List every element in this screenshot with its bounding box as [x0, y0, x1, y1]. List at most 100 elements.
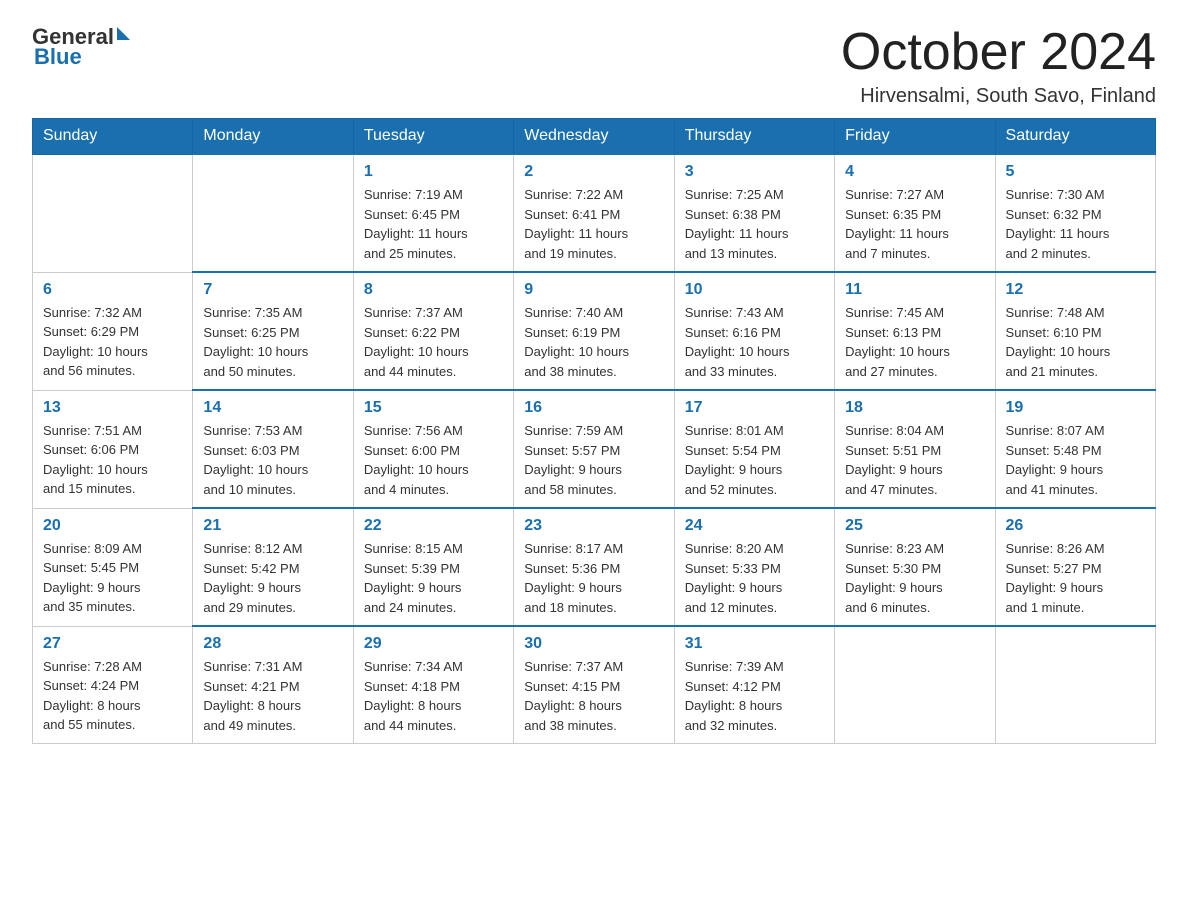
day-info: Sunrise: 7:19 AM Sunset: 6:45 PM Dayligh… — [364, 185, 503, 263]
calendar-cell: 22Sunrise: 8:15 AM Sunset: 5:39 PM Dayli… — [353, 508, 513, 626]
calendar-week-row: 1 Sunrise: 7:19 AM Sunset: 6:45 PM Daylig… — [33, 154, 1156, 272]
day-number: 15 — [364, 399, 503, 417]
day-number: 8 — [364, 281, 503, 299]
day-number: 29 — [364, 635, 503, 653]
day-number: 12 — [1006, 281, 1145, 299]
day-info: Sunrise: 7:56 AM Sunset: 6:00 PM Dayligh… — [364, 421, 503, 499]
day-info: Sunrise: 8:12 AM Sunset: 5:42 PM Dayligh… — [203, 539, 342, 617]
calendar-cell: 21 Sunrise: 8:12 AM Sunset: 5:42 PM Dayli… — [193, 508, 353, 626]
calendar-cell: 7 Sunrise: 7:35 AM Sunset: 6:25 PM Daylig… — [193, 272, 353, 390]
day-info: Sunrise: 7:30 AM Sunset: 6:32 PM Dayligh… — [1006, 185, 1145, 263]
day-number: 31 — [685, 635, 824, 653]
calendar-cell — [995, 626, 1155, 744]
calendar-cell: 5 Sunrise: 7:30 AM Sunset: 6:32 PM Daylig… — [995, 154, 1155, 272]
calendar-header-row: SundayMondayTuesdayWednesdayThursdayFrid… — [33, 119, 1156, 155]
page-header: General Blue October 2024 Hirvensalmi, S… — [32, 24, 1156, 108]
day-info: Sunrise: 7:28 AM Sunset: 4:24 PM Dayligh… — [43, 657, 182, 735]
day-info: Sunrise: 7:37 AM Sunset: 4:15 PM Dayligh… — [524, 657, 663, 735]
day-number: 10 — [685, 281, 824, 299]
day-info: Sunrise: 7:40 AM Sunset: 6:19 PM Dayligh… — [524, 303, 663, 381]
calendar-cell: 20 Sunrise: 8:09 AM Sunset: 5:45 PM Dayli… — [33, 508, 193, 626]
calendar-cell: 10 Sunrise: 7:43 AM Sunset: 6:16 PM Dayli… — [674, 272, 834, 390]
calendar-cell: 1 Sunrise: 7:19 AM Sunset: 6:45 PM Daylig… — [353, 154, 513, 272]
day-info: Sunrise: 7:48 AM Sunset: 6:10 PM Dayligh… — [1006, 303, 1145, 381]
day-number: 25 — [845, 517, 984, 535]
calendar-week-row: 20 Sunrise: 8:09 AM Sunset: 5:45 PM Dayli… — [33, 508, 1156, 626]
day-info: Sunrise: 8:26 AM Sunset: 5:27 PM Dayligh… — [1006, 539, 1145, 617]
day-info: Sunrise: 8:23 AM Sunset: 5:30 PM Dayligh… — [845, 539, 984, 617]
calendar-header-sunday: Sunday — [33, 119, 193, 155]
day-info: Sunrise: 7:27 AM Sunset: 6:35 PM Dayligh… — [845, 185, 984, 263]
day-number: 1 — [364, 163, 503, 181]
month-title: October 2024 — [841, 24, 1156, 81]
day-info: Sunrise: 7:22 AM Sunset: 6:41 PM Dayligh… — [524, 185, 663, 263]
calendar-cell — [33, 154, 193, 272]
day-info: Sunrise: 8:01 AM Sunset: 5:54 PM Dayligh… — [685, 421, 824, 499]
calendar-cell: 25 Sunrise: 8:23 AM Sunset: 5:30 PM Dayli… — [835, 508, 995, 626]
day-number: 24 — [685, 517, 824, 535]
day-number: 27 — [43, 635, 182, 653]
day-number: 11 — [845, 281, 984, 299]
calendar-cell: 29Sunrise: 7:34 AM Sunset: 4:18 PM Dayli… — [353, 626, 513, 744]
calendar-cell — [193, 154, 353, 272]
calendar-cell: 24 Sunrise: 8:20 AM Sunset: 5:33 PM Dayli… — [674, 508, 834, 626]
day-info: Sunrise: 8:20 AM Sunset: 5:33 PM Dayligh… — [685, 539, 824, 617]
logo-blue-text: Blue — [34, 44, 82, 70]
calendar-header-monday: Monday — [193, 119, 353, 155]
day-info: Sunrise: 8:04 AM Sunset: 5:51 PM Dayligh… — [845, 421, 984, 499]
calendar-cell: 19Sunrise: 8:07 AM Sunset: 5:48 PM Dayli… — [995, 390, 1155, 508]
calendar-cell: 31 Sunrise: 7:39 AM Sunset: 4:12 PM Dayli… — [674, 626, 834, 744]
calendar-cell — [835, 626, 995, 744]
day-number: 9 — [524, 281, 663, 299]
location-subtitle: Hirvensalmi, South Savo, Finland — [841, 85, 1156, 108]
day-number: 5 — [1006, 163, 1145, 181]
day-info: Sunrise: 7:43 AM Sunset: 6:16 PM Dayligh… — [685, 303, 824, 381]
day-info: Sunrise: 7:45 AM Sunset: 6:13 PM Dayligh… — [845, 303, 984, 381]
day-number: 17 — [685, 399, 824, 417]
calendar-table: SundayMondayTuesdayWednesdayThursdayFrid… — [32, 118, 1156, 744]
calendar-cell: 26 Sunrise: 8:26 AM Sunset: 5:27 PM Dayli… — [995, 508, 1155, 626]
calendar-cell: 4 Sunrise: 7:27 AM Sunset: 6:35 PM Daylig… — [835, 154, 995, 272]
calendar-cell: 12 Sunrise: 7:48 AM Sunset: 6:10 PM Dayli… — [995, 272, 1155, 390]
calendar-week-row: 13Sunrise: 7:51 AM Sunset: 6:06 PM Dayli… — [33, 390, 1156, 508]
calendar-week-row: 27 Sunrise: 7:28 AM Sunset: 4:24 PM Dayli… — [33, 626, 1156, 744]
calendar-week-row: 6 Sunrise: 7:32 AM Sunset: 6:29 PM Daylig… — [33, 272, 1156, 390]
calendar-cell: 23Sunrise: 8:17 AM Sunset: 5:36 PM Dayli… — [514, 508, 674, 626]
calendar-header-tuesday: Tuesday — [353, 119, 513, 155]
calendar-header-saturday: Saturday — [995, 119, 1155, 155]
day-number: 30 — [524, 635, 663, 653]
day-number: 4 — [845, 163, 984, 181]
calendar-header-friday: Friday — [835, 119, 995, 155]
calendar-cell: 17 Sunrise: 8:01 AM Sunset: 5:54 PM Dayli… — [674, 390, 834, 508]
calendar-cell: 13Sunrise: 7:51 AM Sunset: 6:06 PM Dayli… — [33, 390, 193, 508]
calendar-cell: 15 Sunrise: 7:56 AM Sunset: 6:00 PM Dayli… — [353, 390, 513, 508]
day-info: Sunrise: 7:39 AM Sunset: 4:12 PM Dayligh… — [685, 657, 824, 735]
day-number: 26 — [1006, 517, 1145, 535]
day-number: 23 — [524, 517, 663, 535]
calendar-cell: 8 Sunrise: 7:37 AM Sunset: 6:22 PM Daylig… — [353, 272, 513, 390]
day-number: 13 — [43, 399, 182, 417]
day-info: Sunrise: 7:37 AM Sunset: 6:22 PM Dayligh… — [364, 303, 503, 381]
day-number: 21 — [203, 517, 342, 535]
day-info: Sunrise: 8:09 AM Sunset: 5:45 PM Dayligh… — [43, 539, 182, 617]
day-info: Sunrise: 7:32 AM Sunset: 6:29 PM Dayligh… — [43, 303, 182, 381]
day-info: Sunrise: 8:07 AM Sunset: 5:48 PM Dayligh… — [1006, 421, 1145, 499]
logo: General Blue — [32, 24, 130, 70]
calendar-cell: 3Sunrise: 7:25 AM Sunset: 6:38 PM Daylig… — [674, 154, 834, 272]
day-number: 2 — [524, 163, 663, 181]
title-block: October 2024 Hirvensalmi, South Savo, Fi… — [841, 24, 1156, 108]
calendar-header-thursday: Thursday — [674, 119, 834, 155]
logo-triangle-icon — [117, 27, 130, 40]
day-number: 20 — [43, 517, 182, 535]
calendar-cell: 6 Sunrise: 7:32 AM Sunset: 6:29 PM Daylig… — [33, 272, 193, 390]
calendar-cell: 30 Sunrise: 7:37 AM Sunset: 4:15 PM Dayli… — [514, 626, 674, 744]
day-info: Sunrise: 7:31 AM Sunset: 4:21 PM Dayligh… — [203, 657, 342, 735]
calendar-cell: 27 Sunrise: 7:28 AM Sunset: 4:24 PM Dayli… — [33, 626, 193, 744]
calendar-cell: 16Sunrise: 7:59 AM Sunset: 5:57 PM Dayli… — [514, 390, 674, 508]
day-number: 3 — [685, 163, 824, 181]
calendar-cell: 14Sunrise: 7:53 AM Sunset: 6:03 PM Dayli… — [193, 390, 353, 508]
day-number: 6 — [43, 281, 182, 299]
calendar-cell: 28Sunrise: 7:31 AM Sunset: 4:21 PM Dayli… — [193, 626, 353, 744]
day-info: Sunrise: 7:35 AM Sunset: 6:25 PM Dayligh… — [203, 303, 342, 381]
day-number: 7 — [203, 281, 342, 299]
